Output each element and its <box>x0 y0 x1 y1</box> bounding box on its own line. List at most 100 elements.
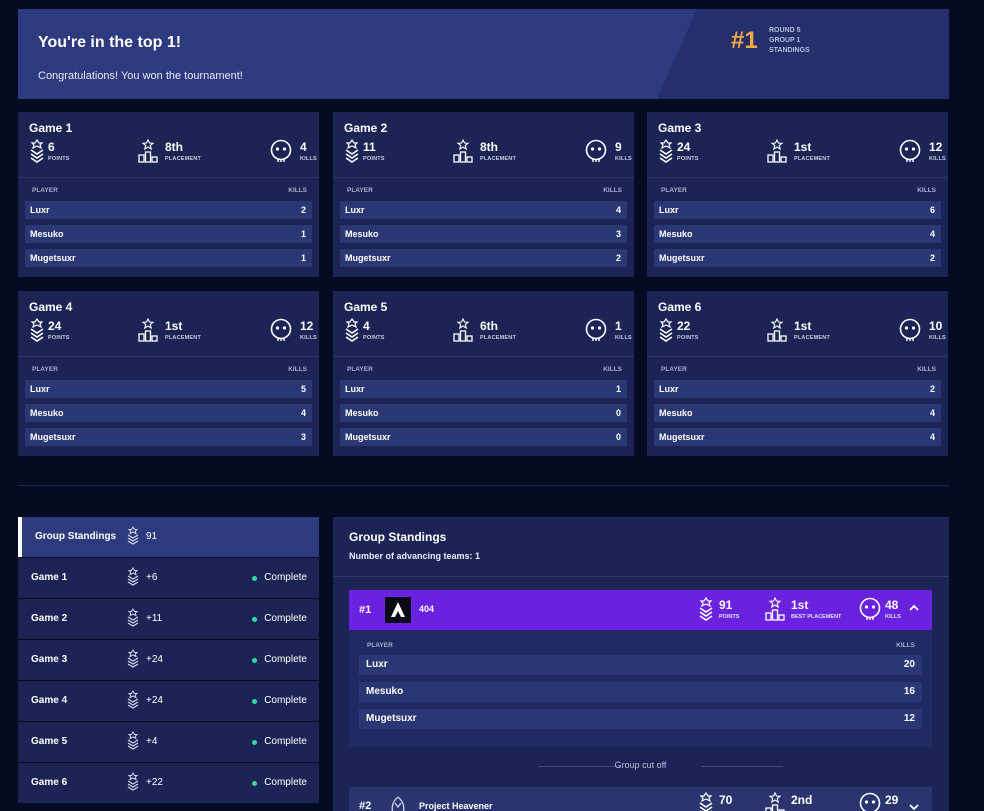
points-chevron-icon <box>127 649 139 668</box>
player-kills: 2 <box>929 384 935 394</box>
team-logo-icon <box>391 796 405 811</box>
chevron-up-icon[interactable] <box>908 602 920 614</box>
player-name: Luxr <box>659 384 679 394</box>
sidebar-item-group-standings[interactable]: Group Standings 91 <box>18 517 319 557</box>
table-row: Luxr 2 <box>25 201 312 219</box>
sidebar-item-points: +11 <box>146 613 163 624</box>
standings-sidebar: Group Standings 91 Game 1 +6 Complete Game 2 +… <box>18 517 319 803</box>
table-row: Mesuko 16 <box>359 682 922 702</box>
rank-meta-standings: STANDINGS <box>769 47 810 54</box>
placement-value: 8th <box>480 140 498 154</box>
sidebar-item-game[interactable]: Game 5 +4 Complete <box>18 722 319 762</box>
podium-icon <box>453 139 473 163</box>
sidebar-item-status: Complete <box>264 613 307 624</box>
points-chevron-icon <box>30 139 44 163</box>
skull-icon <box>899 139 921 162</box>
podium-icon <box>453 318 473 342</box>
table-row: Mesuko 4 <box>25 404 312 422</box>
team-header[interactable]: #1 404 91 POINTS 1st BEST PLACEMENT 48 K… <box>349 590 932 630</box>
sidebar-item-game[interactable]: Game 1 +6 Complete <box>18 558 319 598</box>
chevron-down-icon[interactable] <box>908 801 920 811</box>
table-row: Mugetsuxr 4 <box>654 428 941 446</box>
card-divider <box>647 356 948 357</box>
team-name: Project Heavener <box>419 801 493 811</box>
placement-label: PLACEMENT <box>165 156 202 162</box>
table-row: Mesuko 0 <box>340 404 627 422</box>
team-kills-label: KILLS <box>885 614 901 620</box>
sidebar-item-label: Game 5 <box>31 736 68 747</box>
game-card: Game 1 6 POINTS 8th PLACEMENT 4 KILLS PL… <box>18 112 319 277</box>
points-label: POINTS <box>363 335 385 341</box>
game-title: Game 6 <box>658 300 702 314</box>
podium-icon <box>765 792 785 811</box>
table-row: Luxr 5 <box>25 380 312 398</box>
sidebar-item-label: Game 2 <box>31 613 68 624</box>
player-name: Mugetsuxr <box>345 253 391 263</box>
player-table-header: PLAYER KILLS <box>32 187 307 194</box>
sidebar-item-label: Group Standings <box>35 531 117 542</box>
player-kills: 4 <box>929 432 935 442</box>
player-name: Mugetsuxr <box>30 432 76 442</box>
player-column-header: PLAYER <box>661 366 687 373</box>
player-kills: 12 <box>903 713 915 724</box>
podium-icon <box>138 139 158 163</box>
player-kills: 1 <box>615 384 621 394</box>
sidebar-item-points: +6 <box>146 572 158 583</box>
podium-icon <box>767 318 787 342</box>
player-kills: 5 <box>300 384 306 394</box>
points-label: POINTS <box>48 335 70 341</box>
player-kills: 4 <box>615 205 621 215</box>
card-divider <box>333 177 634 178</box>
player-kills: 20 <box>903 659 915 670</box>
sidebar-item-game[interactable]: Game 3 +24 Complete <box>18 640 319 680</box>
kills-value: 9 <box>615 140 622 154</box>
points-chevron-icon <box>127 690 139 709</box>
podium-icon <box>767 139 787 163</box>
game-card: Game 5 4 POINTS 6th PLACEMENT 1 KILLS PL… <box>333 291 634 456</box>
skull-icon <box>859 792 881 811</box>
points-value: 6 <box>48 140 55 154</box>
sidebar-item-status: Complete <box>264 777 307 788</box>
sidebar-item-status: Complete <box>264 654 307 665</box>
game-card: Game 3 24 POINTS 1st PLACEMENT 12 KILLS … <box>647 112 948 277</box>
placement-value: 1st <box>794 140 812 154</box>
placement-value: 8th <box>165 140 183 154</box>
player-name: Mesuko <box>345 229 379 239</box>
card-divider <box>647 177 948 178</box>
team-name: 404 <box>419 604 435 614</box>
player-name: Mugetsuxr <box>30 253 76 263</box>
skull-icon <box>859 597 881 620</box>
player-name: Luxr <box>345 384 365 394</box>
team-row[interactable]: #2 Project Heavener 70 2nd 29 <box>349 787 932 811</box>
points-value: 22 <box>677 319 691 333</box>
cutoff-label: Group cut off <box>614 760 667 770</box>
kills-column-header: KILLS <box>288 366 307 373</box>
sidebar-item-game[interactable]: Game 6 +22 Complete <box>18 763 319 803</box>
sidebar-item-label: Game 4 <box>31 695 68 706</box>
team-rank: #2 <box>359 800 372 811</box>
points-chevron-icon <box>127 731 139 750</box>
player-name: Mugetsuxr <box>659 432 705 442</box>
sidebar-item-status: Complete <box>264 572 307 583</box>
player-column-header: PLAYER <box>32 366 58 373</box>
rank-number: #1 <box>731 27 758 54</box>
player-table-header: PLAYER KILLS <box>661 187 936 194</box>
points-value: 4 <box>363 319 370 333</box>
skull-icon <box>585 318 607 341</box>
team-points-label: POINTS <box>719 614 740 620</box>
placement-label: PLACEMENT <box>480 156 517 162</box>
player-kills: 0 <box>615 432 621 442</box>
sidebar-item-game[interactable]: Game 2 +11 Complete <box>18 599 319 639</box>
kills-value: 4 <box>300 140 307 154</box>
player-table-header: PLAYER KILLS <box>32 366 307 373</box>
table-row: Luxr 4 <box>340 201 627 219</box>
player-name: Mesuko <box>30 408 64 418</box>
sidebar-item-game[interactable]: Game 4 +24 Complete <box>18 681 319 721</box>
kills-value: 12 <box>929 140 943 154</box>
cutoff-line-right <box>701 766 783 767</box>
skull-icon <box>270 139 292 162</box>
group-cutoff-line: Group cut off <box>349 760 932 774</box>
table-row: Mugetsuxr 0 <box>340 428 627 446</box>
card-divider <box>18 356 319 357</box>
status-dot <box>252 658 257 663</box>
